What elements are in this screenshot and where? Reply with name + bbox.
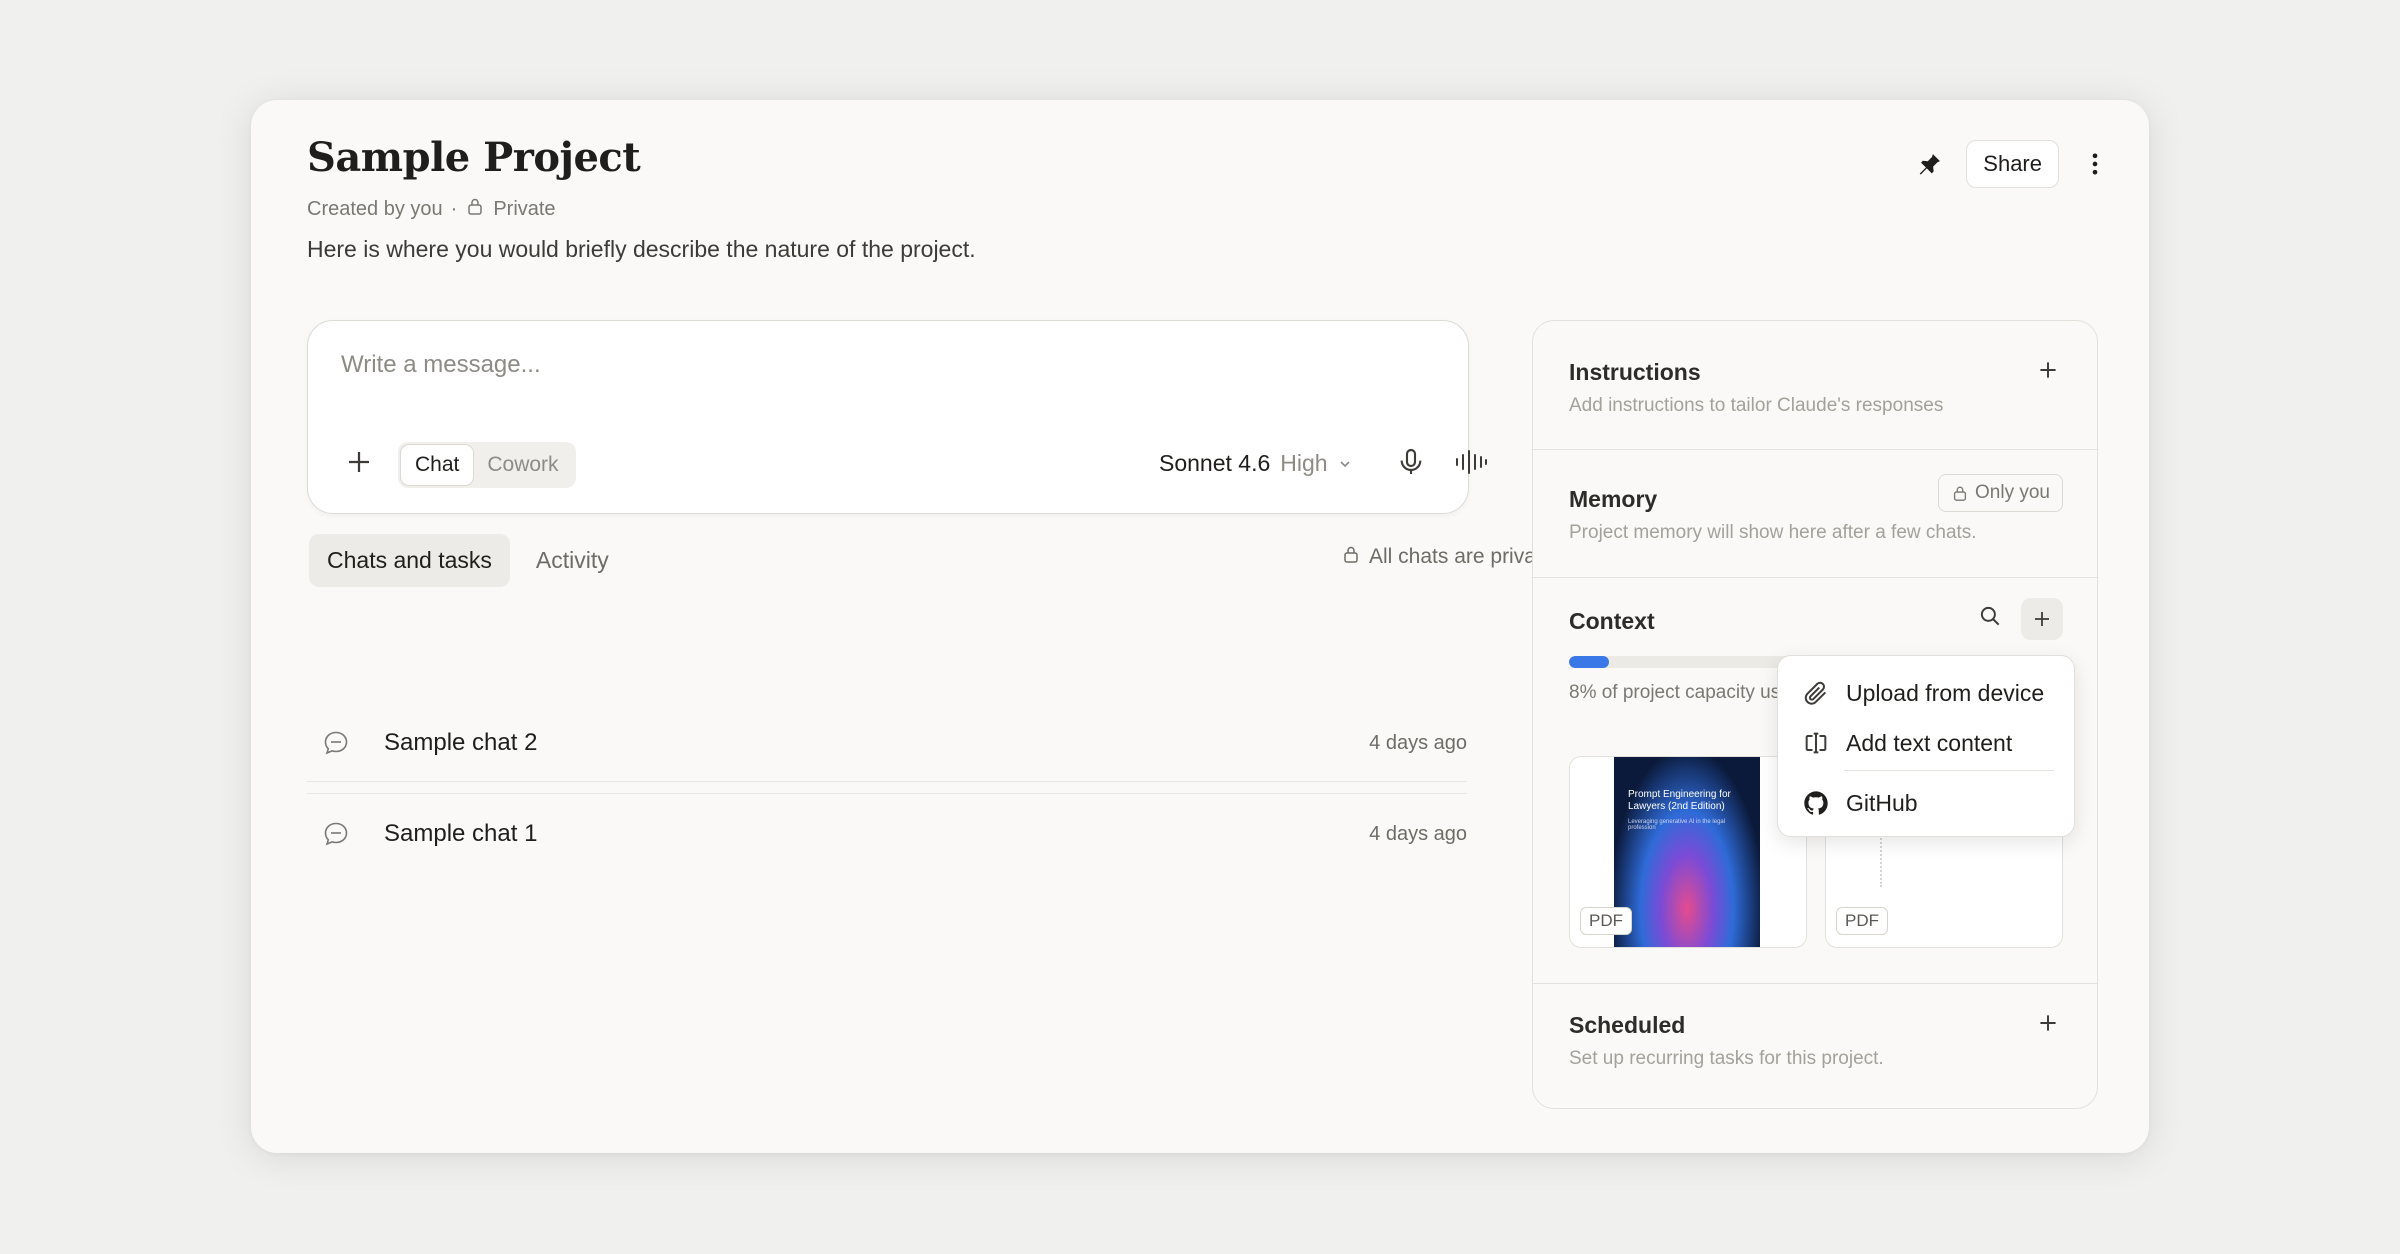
menu-item-add-text[interactable]: Add text content [1778, 720, 2074, 766]
menu-item-label: Upload from device [1846, 679, 2045, 706]
search-icon[interactable] [1977, 603, 2005, 631]
lock-icon [1953, 486, 1967, 501]
thumbnail-subtitle: Leveraging generative AI in the legal pr… [1628, 819, 1726, 831]
menu-item-github[interactable]: GitHub [1778, 780, 2074, 826]
chat-title: Sample chat 2 [384, 729, 538, 756]
model-selector[interactable]: Sonnet 4.6 High [1159, 450, 1352, 477]
mode-cowork-button[interactable]: Cowork [473, 445, 572, 485]
memory-subtitle: Project memory will show here after a fe… [1569, 522, 1977, 543]
file-thumbnail: Prompt Engineering for Lawyers (2nd Edit… [1614, 757, 1760, 947]
message-input[interactable]: Write a message... [341, 351, 541, 379]
memory-section: Memory Project memory will show here aft… [1533, 450, 2097, 578]
microphone-icon[interactable] [1395, 446, 1427, 478]
paperclip-icon [1804, 681, 1827, 705]
voice-mode-icon[interactable] [1453, 446, 1489, 478]
chat-bubble-icon [321, 728, 351, 758]
tab-activity[interactable]: Activity [518, 534, 627, 587]
chat-bubble-icon [321, 819, 351, 849]
add-attachment-button[interactable] [344, 447, 378, 481]
chat-title: Sample chat 1 [384, 820, 538, 847]
tab-chats-and-tasks[interactable]: Chats and tasks [309, 534, 510, 587]
github-icon [1804, 791, 1828, 815]
add-scheduled-task-button[interactable] [2035, 1010, 2063, 1038]
lock-icon [465, 196, 485, 222]
mode-chat-button[interactable]: Chat [401, 445, 474, 485]
thumbnail-title: Prompt Engineering for Lawyers (2nd Edit… [1628, 789, 1731, 812]
more-vertical-icon[interactable] [2081, 150, 2109, 178]
model-name: Sonnet 4.6 [1159, 450, 1271, 476]
capacity-bar-fill [1569, 656, 1609, 668]
chat-timestamp: 4 days ago [1369, 731, 1467, 754]
list-item[interactable]: Sample chat 1 4 days ago [307, 796, 1467, 872]
scheduled-subtitle: Set up recurring tasks for this project. [1569, 1048, 1884, 1069]
file-card[interactable]: Prompt Engineering for Lawyers (2nd Edit… [1569, 756, 1807, 948]
created-by-label: Created by you [307, 197, 443, 220]
memory-title: Memory [1569, 486, 1658, 512]
memory-badge-label: Only you [1975, 482, 2050, 503]
instructions-subtitle: Add instructions to tailor Claude's resp… [1569, 395, 1944, 416]
mode-toggle: Chat Cowork [398, 442, 576, 488]
project-window: Sample Project Created by you · Private … [251, 100, 2149, 1153]
add-context-menu: Upload from device Add text content GitH… [1777, 655, 2075, 837]
menu-divider [1844, 770, 2054, 771]
add-context-button[interactable] [2021, 598, 2063, 640]
chat-timestamp: 4 days ago [1369, 822, 1467, 845]
capacity-label: 8% of project capacity used [1569, 682, 1802, 703]
instructions-section: Instructions Add instructions to tailor … [1533, 321, 2097, 450]
menu-item-upload[interactable]: Upload from device [1778, 670, 2074, 716]
lock-icon [1341, 544, 1361, 570]
message-composer: Write a message... Chat Cowork Sonnet 4.… [307, 320, 1487, 514]
scheduled-title: Scheduled [1569, 1012, 1686, 1038]
meta-separator: · [450, 197, 458, 220]
add-instructions-button[interactable] [2035, 357, 2063, 385]
chevron-down-icon [1340, 460, 1350, 467]
file-type-badge: PDF [1836, 907, 1888, 935]
menu-item-label: GitHub [1846, 789, 1918, 816]
instructions-title: Instructions [1569, 359, 1701, 385]
project-meta: Created by you · Private [307, 196, 556, 222]
divider [307, 793, 1467, 794]
scheduled-section: Scheduled Set up recurring tasks for thi… [1533, 984, 2097, 1108]
chat-tabs: Chats and tasks Activity [309, 534, 627, 587]
pin-icon[interactable] [1916, 150, 1944, 178]
memory-visibility-badge[interactable]: Only you [1938, 474, 2063, 512]
page-title: Sample Project [307, 134, 641, 181]
visibility-label[interactable]: Private [493, 198, 555, 221]
project-description: Here is where you would briefly describe… [307, 236, 976, 262]
effort-level: High [1280, 450, 1328, 476]
file-type-badge: PDF [1580, 907, 1632, 935]
text-input-icon [1805, 732, 1827, 754]
share-button[interactable]: Share [1966, 140, 2059, 188]
list-item[interactable]: Sample chat 2 4 days ago [307, 705, 1467, 782]
menu-item-label: Add text content [1846, 729, 2013, 756]
context-title: Context [1569, 608, 1655, 634]
header-actions: Share [1916, 140, 2109, 188]
